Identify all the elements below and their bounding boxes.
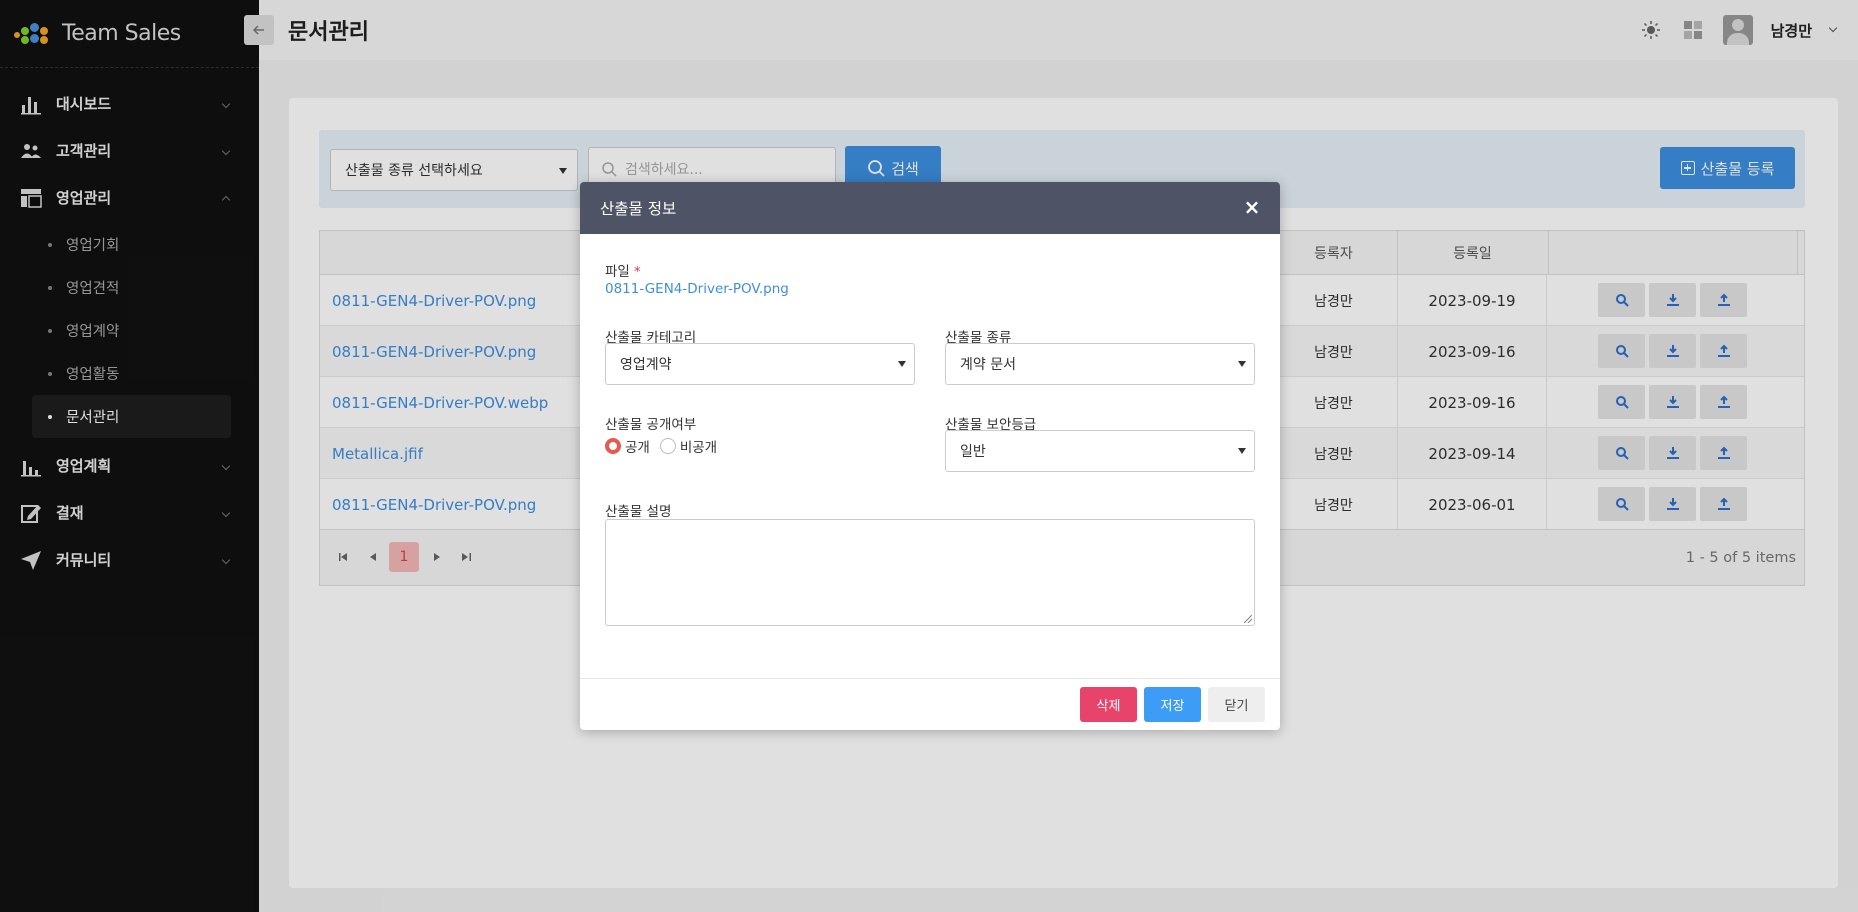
modal-title: 산출물 정보	[600, 200, 677, 218]
radio-private[interactable]: 비공개	[659, 436, 718, 456]
description-label: 산출물 설명	[605, 504, 672, 520]
output-info-modal: 산출물 정보 × 파일 * 0811-GEN4-Driver-POV.png 산출…	[580, 182, 1280, 730]
type-select-value: 계약 문서	[960, 357, 1016, 373]
type-select[interactable]: 계약 문서	[945, 343, 1255, 385]
close-button[interactable]: 닫기	[1208, 687, 1265, 722]
caret-down-icon	[898, 361, 906, 367]
security-select[interactable]: 일반	[945, 430, 1255, 472]
radio-label: 공개	[625, 440, 650, 456]
file-label: 파일 *	[605, 260, 641, 280]
security-select-value: 일반	[960, 444, 986, 460]
file-label-text: 파일	[605, 264, 630, 280]
save-button[interactable]: 저장	[1144, 687, 1201, 722]
resize-grip-icon[interactable]	[1244, 615, 1252, 623]
radio-public[interactable]: 공개	[605, 436, 650, 456]
description-textarea[interactable]	[605, 519, 1255, 626]
radio-unchecked-icon	[659, 438, 676, 454]
modal-header: 산출물 정보 ×	[580, 182, 1280, 234]
required-mark: *	[633, 264, 641, 280]
caret-down-icon	[1238, 361, 1246, 367]
public-radio-group: 공개 비공개	[605, 436, 717, 456]
radio-checked-icon	[605, 438, 621, 454]
category-select[interactable]: 영업계약	[605, 343, 915, 385]
category-select-value: 영업계약	[620, 357, 672, 373]
close-icon[interactable]: ×	[1242, 195, 1262, 219]
attached-file-link[interactable]: 0811-GEN4-Driver-POV.png	[605, 281, 789, 297]
public-label: 산출물 공개여부	[605, 417, 697, 433]
delete-button[interactable]: 삭제	[1080, 687, 1137, 722]
modal-body: 파일 * 0811-GEN4-Driver-POV.png 산출물 카테고리 영업…	[580, 234, 1280, 678]
modal-footer: 삭제 저장 닫기	[580, 678, 1280, 730]
caret-down-icon	[1238, 448, 1246, 454]
radio-label: 비공개	[679, 440, 718, 456]
